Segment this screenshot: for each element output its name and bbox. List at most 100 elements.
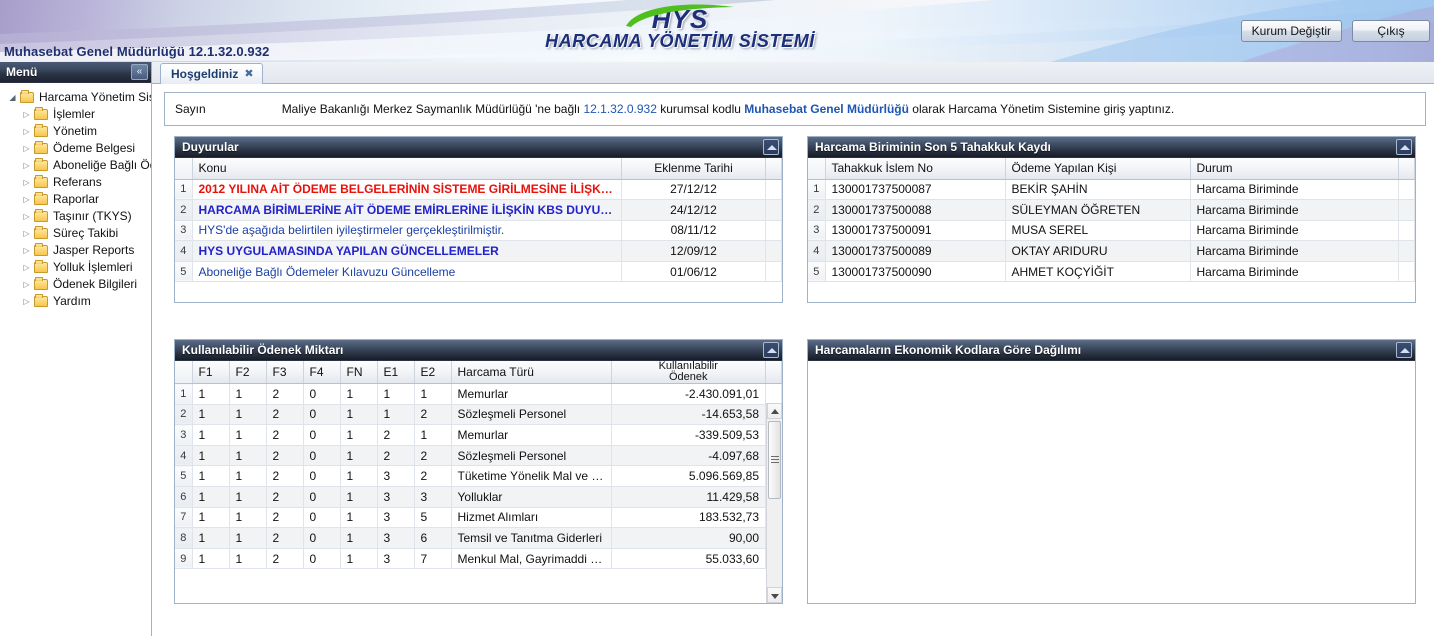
table-row[interactable]: 1 130001737500087 BEKİR ŞAHİN Harcama Birim… xyxy=(808,179,1415,201)
chevron-right-icon[interactable]: ▷ xyxy=(20,161,33,170)
collapse-panel-icon[interactable] xyxy=(763,139,779,155)
chevron-right-icon[interactable]: ▷ xyxy=(20,127,33,136)
collapse-panel-icon[interactable] xyxy=(763,342,779,358)
table-row[interactable]: 1 2012 YILINA AİT ÖDEME BELGELERİNİN SİST… xyxy=(175,179,782,201)
table-row[interactable]: 7 1 1 2 0 1 3 5 Hizmet Alımları 183.532,73 xyxy=(175,507,782,529)
cell-f2: 1 xyxy=(229,445,267,467)
cell-rownum: 4 xyxy=(808,240,826,262)
cell-f3: 2 xyxy=(266,527,304,549)
chevron-right-icon[interactable]: ▷ xyxy=(20,212,33,221)
cell-tarih: 01/06/12 xyxy=(621,261,766,283)
vertical-scrollbar[interactable] xyxy=(766,403,782,603)
table-row[interactable]: 2 HARCAMA BİRİMLERİNE AİT ÖDEME EMİRLERİN… xyxy=(175,199,782,221)
cell-konu[interactable]: HYS UYGULAMASINDA YAPILAN GÜNCELLEMELER xyxy=(192,240,622,262)
sidebar-item-7[interactable]: ▷ Süreç Takibi xyxy=(2,225,151,242)
folder-icon xyxy=(33,175,50,189)
cell-konu[interactable]: HYS'de aşağıda belirtilen iyileştirmeler… xyxy=(192,220,622,242)
chevron-right-icon[interactable]: ▷ xyxy=(20,297,33,306)
sidebar-item-8[interactable]: ▷ Jasper Reports xyxy=(2,242,151,259)
tab-hosgeldiniz[interactable]: Hoşgeldiniz ✖ xyxy=(160,63,263,84)
cell-konu[interactable]: 2012 YILINA AİT ÖDEME BELGELERİNİN SİSTE… xyxy=(192,179,622,201)
cell-e1: 2 xyxy=(377,445,415,467)
table-row[interactable]: 3 1 1 2 0 1 2 1 Memurlar -339.509,53 xyxy=(175,424,782,446)
scroll-up-arrow-icon[interactable] xyxy=(767,403,782,419)
scroll-down-arrow-icon[interactable] xyxy=(767,587,782,603)
chevron-right-icon[interactable]: ▷ xyxy=(20,110,33,119)
chevron-right-icon[interactable]: ▷ xyxy=(20,178,33,187)
chevron-right-icon[interactable]: ▷ xyxy=(20,144,33,153)
sidebar-item-5[interactable]: ▷ Raporlar xyxy=(2,191,151,208)
double-chevron-left-icon[interactable]: « xyxy=(131,64,148,80)
cell-rownum: 3 xyxy=(808,220,826,242)
chevron-right-icon[interactable]: ▷ xyxy=(20,229,33,238)
cell-harcama-turu: Sözleşmeli Personel xyxy=(451,445,612,467)
sidebar-item-4[interactable]: ▷ Referans xyxy=(2,174,151,191)
cell-durum: Harcama Biriminde xyxy=(1190,240,1399,262)
cell-kisi: SÜLEYMAN ÖĞRETEN xyxy=(1005,199,1191,221)
cell-f1: 1 xyxy=(192,465,230,487)
sidebar-item-6[interactable]: ▷ Taşınır (TKYS) xyxy=(2,208,151,225)
table-row[interactable]: 5 130001737500090 AHMET KOÇYİĞİT Harcama Bi… xyxy=(808,261,1415,283)
folder-icon xyxy=(33,209,50,223)
scrollbar-thumb[interactable] xyxy=(768,421,781,499)
cell-konu[interactable]: Aboneliğe Bağlı Ödemeler Kılavuzu Güncel… xyxy=(192,261,622,283)
table-row[interactable]: 2 130001737500088 SÜLEYMAN ÖĞRETEN Harcama … xyxy=(808,199,1415,221)
table-header-row: F1 F2 F3 F4 FN E1 E2 Harcama Türü Kullan… xyxy=(175,361,782,384)
cell-spacer xyxy=(765,199,782,221)
table-row[interactable]: 3 HYS'de aşağıda belirtilen iyileştirmele… xyxy=(175,220,782,242)
cell-f1: 1 xyxy=(192,527,230,549)
sidebar-item-9[interactable]: ▷ Yolluk İşlemleri xyxy=(2,259,151,276)
cell-rownum: 3 xyxy=(175,220,193,242)
cell-fn: 1 xyxy=(340,465,378,487)
cell-f1: 1 xyxy=(192,383,230,405)
sidebar-item-1[interactable]: ▷ Yönetim xyxy=(2,123,151,140)
cell-f4: 0 xyxy=(303,383,341,405)
col-rownum xyxy=(808,158,826,180)
table-row[interactable]: 4 1 1 2 0 1 2 2 Sözleşmeli Personel -4.097,68 xyxy=(175,445,782,467)
close-icon[interactable]: ✖ xyxy=(244,68,253,80)
cell-spacer xyxy=(1398,240,1415,262)
table-row[interactable]: 3 130001737500091 MUSA SEREL Harcama Birimi… xyxy=(808,220,1415,242)
chevron-right-icon[interactable]: ▷ xyxy=(20,246,33,255)
sidebar-item-3[interactable]: ▷ Aboneliğe Bağlı Ödem xyxy=(2,157,151,174)
sidebar-item-2[interactable]: ▷ Ödeme Belgesi xyxy=(2,140,151,157)
table-row[interactable]: 6 1 1 2 0 1 3 3 Yolluklar 11.429,58 xyxy=(175,486,782,508)
change-institution-button[interactable]: Kurum Değiştir xyxy=(1240,20,1342,42)
sidebar-item-11[interactable]: ▷ Yardım xyxy=(2,293,151,310)
cell-e2: 5 xyxy=(414,507,452,529)
chevron-right-icon[interactable]: ▷ xyxy=(20,263,33,272)
tree-node-root[interactable]: ◢ Harcama Yönetim Sistem xyxy=(2,89,151,106)
collapse-panel-icon[interactable] xyxy=(1396,342,1412,358)
last-accruals-body: 1 130001737500087 BEKİR ŞAHİN Harcama Birim… xyxy=(808,179,1415,283)
table-row[interactable]: 9 1 1 2 0 1 3 7 Menkul Mal, Gayrimaddi Hak … 55.0… xyxy=(175,548,782,570)
logout-button[interactable]: Çıkış xyxy=(1352,20,1430,42)
cell-durum: Harcama Biriminde xyxy=(1190,179,1399,201)
chevron-right-icon[interactable]: ▷ xyxy=(20,280,33,289)
cell-fn: 1 xyxy=(340,445,378,467)
collapse-panel-icon[interactable] xyxy=(1396,139,1412,155)
cell-f2: 1 xyxy=(229,383,267,405)
sidebar-item-0[interactable]: ▷ İşlemler xyxy=(2,106,151,123)
table-row[interactable]: 8 1 1 2 0 1 3 6 Temsil ve Tanıtma Giderleri 90,00 xyxy=(175,527,782,549)
table-header-row: Konu Eklenme Tarihi xyxy=(175,158,782,180)
panel-body-available-allowance: F1 F2 F3 F4 FN E1 E2 Harcama Türü Kullan… xyxy=(175,361,782,603)
sidebar-item-10[interactable]: ▷ Ödenek Bilgileri xyxy=(2,276,151,293)
cell-e2: 2 xyxy=(414,404,452,426)
welcome-message: Sayın Maliye Bakanlığı Merkez Saymanlık … xyxy=(164,92,1426,126)
cell-konu[interactable]: HARCAMA BİRİMLERİNE AİT ÖDEME EMİRLERİNE… xyxy=(192,199,622,221)
cell-tarih: 12/09/12 xyxy=(621,240,766,262)
cell-odenek: 183.532,73 xyxy=(611,507,766,529)
table-row[interactable]: 4 130001737500089 OKTAY ARIDURU Harcama Bir… xyxy=(808,240,1415,262)
cell-f2: 1 xyxy=(229,465,267,487)
cell-f3: 2 xyxy=(266,383,304,405)
table-row[interactable]: 4 HYS UYGULAMASINDA YAPILAN GÜNCELLEMELER… xyxy=(175,240,782,262)
chevron-right-icon[interactable]: ▷ xyxy=(20,195,33,204)
cell-f4: 0 xyxy=(303,527,341,549)
cell-spacer xyxy=(1398,199,1415,221)
chevron-down-icon[interactable]: ◢ xyxy=(6,93,19,102)
table-row[interactable]: 51120132Tüketime Yönelik Mal ve Malz…5.0… xyxy=(175,465,782,487)
table-row[interactable]: 5 Aboneliğe Bağlı Ödemeler Kılavuzu Günce… xyxy=(175,261,782,283)
table-row[interactable]: 1 1 1 2 0 1 1 1 Memurlar -2.430.091,01 xyxy=(175,383,782,405)
table-row[interactable]: 2 1 1 2 0 1 1 2 Sözleşmeli Personel -14.653,58 xyxy=(175,404,782,426)
sidebar-item-label: Raporlar xyxy=(53,192,100,206)
